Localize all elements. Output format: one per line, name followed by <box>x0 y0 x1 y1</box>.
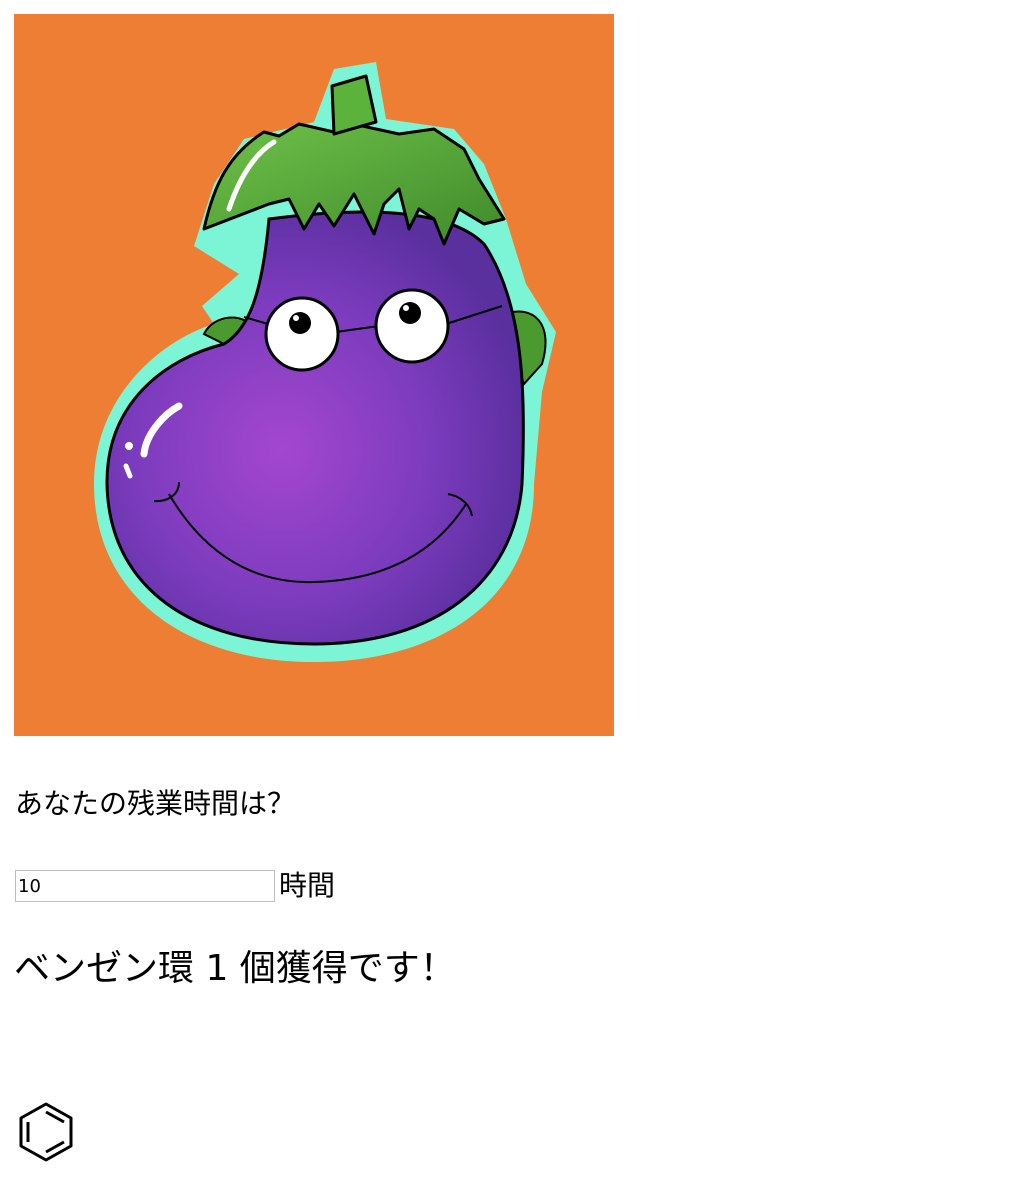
eggplant-illustration <box>14 14 614 736</box>
hours-unit-label: 時間 <box>279 869 336 902</box>
benzene-ring-icon <box>16 1100 76 1164</box>
hours-input-row: 時間 <box>15 866 335 906</box>
overtime-question: あなたの残業時間は？ <box>15 787 296 820</box>
overtime-hours-input[interactable] <box>15 870 275 902</box>
eggplant-character-icon <box>94 62 556 662</box>
result-message: ベンゼン環 1 個獲得です！ <box>14 948 456 989</box>
